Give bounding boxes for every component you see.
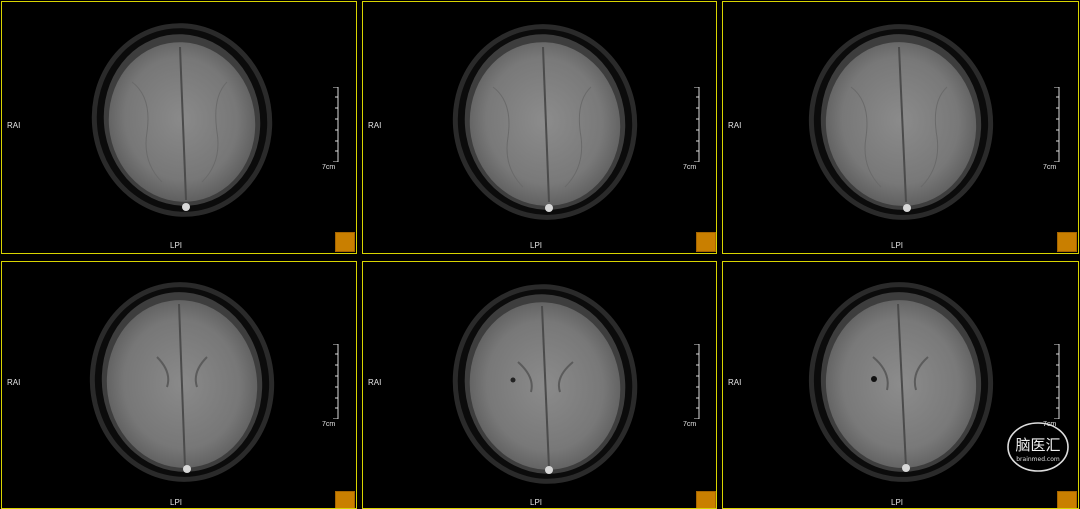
viewport-5[interactable]: RAI 7cm LPI bbox=[362, 261, 717, 509]
viewport-4[interactable]: RAI 7cm LPI bbox=[1, 261, 357, 509]
scale-bar bbox=[694, 87, 700, 162]
scale-bar-label: 7cm bbox=[1043, 164, 1057, 171]
scale-bar bbox=[333, 87, 339, 162]
scale-bar-label: 7cm bbox=[683, 421, 697, 428]
scale-bar bbox=[1054, 87, 1060, 162]
mri-axial-slice bbox=[89, 282, 275, 482]
corner-handle[interactable] bbox=[335, 232, 355, 252]
watermark-title: 脑医汇 bbox=[1015, 436, 1060, 454]
orientation-bottom-label: LPI bbox=[170, 241, 183, 250]
orientation-bottom-label: LPI bbox=[891, 241, 904, 250]
scale-bar-label: 7cm bbox=[322, 421, 336, 428]
corner-handle[interactable] bbox=[1057, 232, 1077, 252]
mri-axial-slice bbox=[91, 23, 273, 217]
orientation-bottom-label: LPI bbox=[530, 241, 543, 250]
corner-handle[interactable] bbox=[1057, 491, 1077, 508]
mri-axial-slice bbox=[808, 24, 994, 220]
corner-handle[interactable] bbox=[696, 491, 716, 508]
mri-axial-slice bbox=[452, 284, 638, 484]
watermark-subtitle: brainmed.com bbox=[1016, 456, 1060, 463]
corner-handle[interactable] bbox=[335, 491, 355, 508]
scale-bar bbox=[1054, 344, 1060, 419]
scale-bar bbox=[694, 344, 700, 419]
scale-bar-label: 7cm bbox=[683, 164, 697, 171]
viewport-3[interactable]: RAI 7cm LPI bbox=[722, 1, 1079, 254]
corner-handle[interactable] bbox=[696, 232, 716, 252]
mri-axial-slice bbox=[452, 24, 638, 220]
scale-bar bbox=[333, 344, 339, 419]
viewport-1[interactable]: RAI 7cm LPI bbox=[1, 1, 357, 254]
scale-bar-label: 7cm bbox=[322, 164, 336, 171]
brainmed-watermark-logo: 脑医汇 brainmed.com bbox=[1007, 422, 1069, 472]
viewport-2[interactable]: RAI 7cm LPI bbox=[362, 1, 717, 254]
